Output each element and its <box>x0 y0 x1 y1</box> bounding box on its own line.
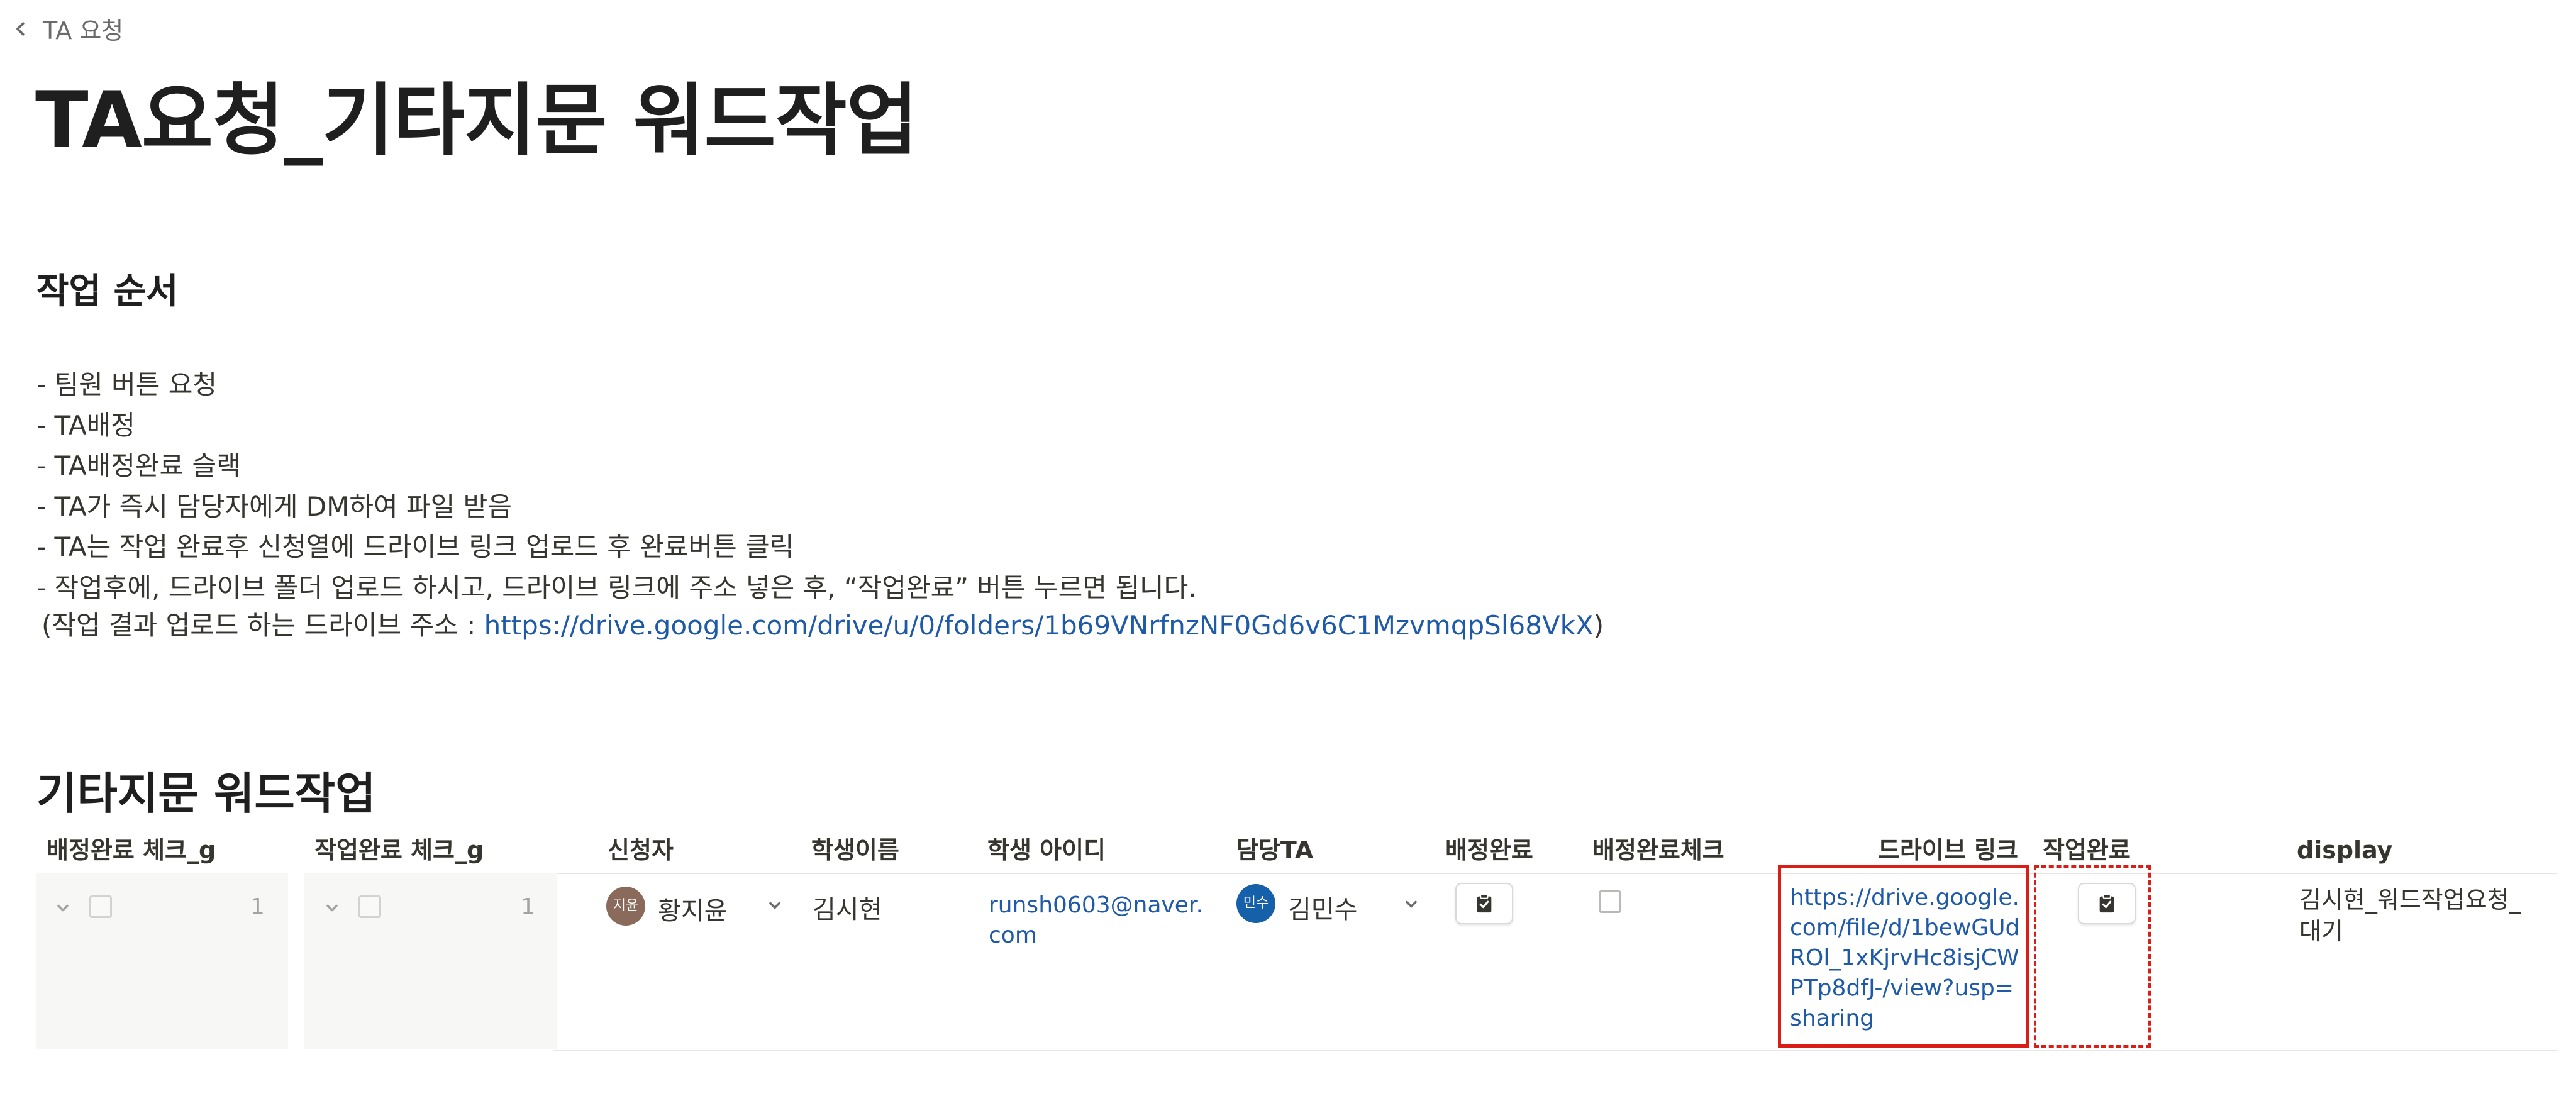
clipboard-check-icon <box>1477 894 1492 913</box>
chevron-down-icon[interactable] <box>323 899 341 917</box>
assign-check-g-cell: 1 <box>36 873 288 1049</box>
column-header-student-id[interactable]: 학생 아이디 <box>987 829 1106 872</box>
row-divider <box>553 1050 2557 1051</box>
database-title[interactable]: 기타지문 워드작업 <box>36 758 376 822</box>
step-item: - TA가 즉시 담당자에게 DM하여 파일 받음 <box>36 490 512 522</box>
steps-list: - 팀원 버튼 요청 - TA배정 - TA배정완료 슬랙 - TA가 즉시 담… <box>36 365 1197 608</box>
work-done-highlight <box>2034 865 2151 1048</box>
drive-prefix: (작업 결과 업로드 하는 드라이브 주소 : <box>42 610 484 641</box>
section-heading: 작업 순서 <box>36 271 179 312</box>
done-check-g-cell: 1 <box>304 873 557 1049</box>
table-header: 배정완료 체크_g 작업완료 체크_g 신청자 학생이름 학생 아이디 담당TA… <box>36 829 2558 872</box>
column-header-done-check-g[interactable]: 작업완료 체크_g <box>314 829 484 872</box>
step-item: - TA배정완료 슬랙 <box>36 450 241 481</box>
page: TA 요청 TA요청_기타지문 워드작업 작업 순서 - 팀원 버튼 요청 - … <box>0 0 2576 1096</box>
display-value: 김시현_워드작업요청_대기 <box>2299 886 2521 945</box>
done-count: 1 <box>521 894 535 920</box>
checkbox-icon[interactable] <box>358 895 381 918</box>
requester-name[interactable]: 황지윤 <box>658 890 727 927</box>
drive-suffix: ) <box>1593 610 1604 641</box>
column-header-assign-done-check[interactable]: 배정완료체크 <box>1592 829 1724 872</box>
page-title: TA요청_기타지문 워드작업 <box>35 75 918 166</box>
chevron-down-icon[interactable] <box>54 899 72 917</box>
assign-count: 1 <box>250 894 265 920</box>
column-header-ta[interactable]: 담당TA <box>1236 829 1313 872</box>
ta-name[interactable]: 김민수 <box>1288 889 1357 926</box>
assign-done-checkbox[interactable] <box>1599 890 1621 913</box>
table-row[interactable]: 1 1 지윤 황지윤 김시현 runsh0603@naver.com 민수 김민… <box>36 873 2558 1050</box>
chevron-down-icon[interactable] <box>1402 895 1420 913</box>
step-item: - 팀원 버튼 요청 <box>36 369 218 400</box>
chevron-left-icon <box>16 21 25 36</box>
step-item: - TA배정 <box>36 409 135 441</box>
breadcrumb-label[interactable]: TA 요청 <box>43 11 123 46</box>
step-item: - TA는 작업 완료후 신청열에 드라이브 링크 업로드 후 완료버튼 클릭 <box>36 531 794 562</box>
column-header-requester[interactable]: 신청자 <box>608 829 674 872</box>
student-name: 김시현 <box>813 895 882 924</box>
student-email[interactable]: runsh0603@naver.com <box>989 890 1215 951</box>
chevron-down-icon[interactable] <box>766 897 784 914</box>
column-header-assign-check-g[interactable]: 배정완료 체크_g <box>47 829 216 872</box>
ta-avatar: 민수 <box>1236 884 1275 923</box>
assign-done-button[interactable] <box>1455 883 1513 924</box>
drive-link[interactable]: https://drive.google.com/file/d/1bewGUdR… <box>1790 883 2020 1034</box>
column-header-student-name[interactable]: 학생이름 <box>811 829 899 872</box>
column-header-display[interactable]: display <box>2297 829 2392 872</box>
breadcrumb[interactable]: TA 요청 <box>11 11 123 46</box>
step-item: - 작업후에, 드라이브 폴더 업로드 하시고, 드라이브 링크에 주소 넣은 … <box>36 572 1197 603</box>
drive-address-line: (작업 결과 업로드 하는 드라이브 주소 : https://drive.go… <box>42 605 1604 646</box>
checkbox-icon[interactable] <box>89 895 112 918</box>
drive-folder-link[interactable]: https://drive.google.com/drive/u/0/folde… <box>484 610 1594 641</box>
column-header-assign-done[interactable]: 배정완료 <box>1445 829 1533 872</box>
requester-avatar: 지윤 <box>606 887 645 926</box>
